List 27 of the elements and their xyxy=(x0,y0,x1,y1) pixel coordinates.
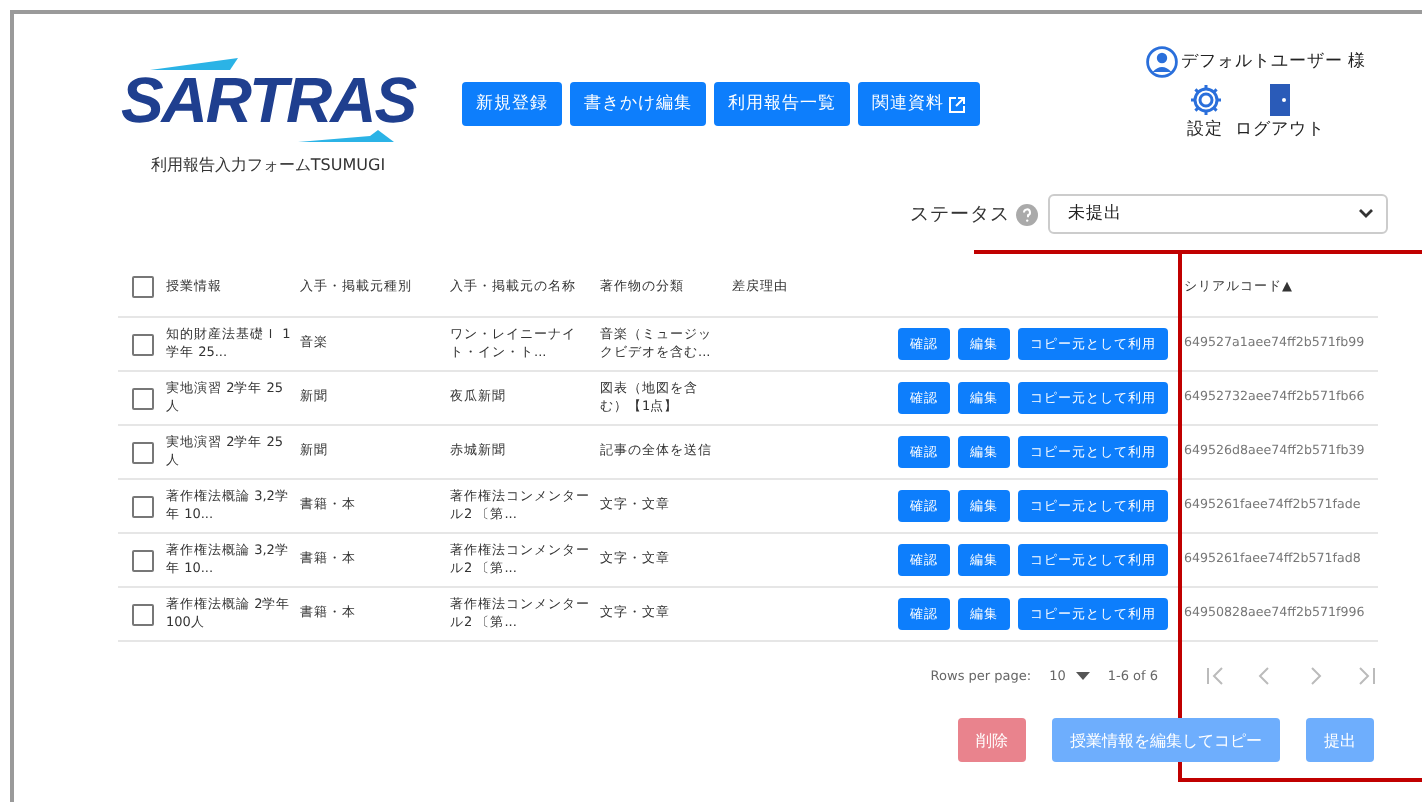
user-avatar-icon xyxy=(1146,46,1179,78)
checkbox[interactable] xyxy=(131,603,153,625)
checkbox[interactable] xyxy=(131,276,153,298)
user-name: デフォルトユーザー 様 xyxy=(1180,50,1366,74)
nav-button[interactable]: 書きかけ編集 xyxy=(570,82,706,126)
logo: SARTRAS xyxy=(120,70,416,130)
help-icon xyxy=(1016,203,1038,225)
status-select[interactable]: 未提出 xyxy=(1048,194,1388,234)
checkbox[interactable] xyxy=(131,333,153,355)
nav-button[interactable]: 新規登録 xyxy=(462,82,562,126)
logout-link[interactable]: ログアウト xyxy=(1235,118,1326,142)
settings-icon xyxy=(1187,82,1224,118)
checkbox[interactable] xyxy=(131,495,153,517)
swoosh-icon xyxy=(150,58,238,70)
settings-link[interactable]: 設定 xyxy=(1187,118,1224,142)
nav-button[interactable]: 利用報告一覧 xyxy=(714,82,850,126)
external-link-icon xyxy=(948,95,966,113)
swoosh-icon xyxy=(298,130,394,142)
checkbox[interactable] xyxy=(131,549,153,571)
nav-button[interactable]: 関連資料 xyxy=(858,82,980,126)
checkbox[interactable] xyxy=(131,441,153,463)
status-label: ステータス xyxy=(910,201,1010,227)
door-icon xyxy=(1266,82,1295,118)
app-subtitle: 利用報告入力フォームTSUMUGI xyxy=(150,154,386,176)
checkbox[interactable] xyxy=(131,387,153,409)
chevron-down-icon xyxy=(1358,208,1374,220)
caret-down-icon xyxy=(1075,672,1090,680)
